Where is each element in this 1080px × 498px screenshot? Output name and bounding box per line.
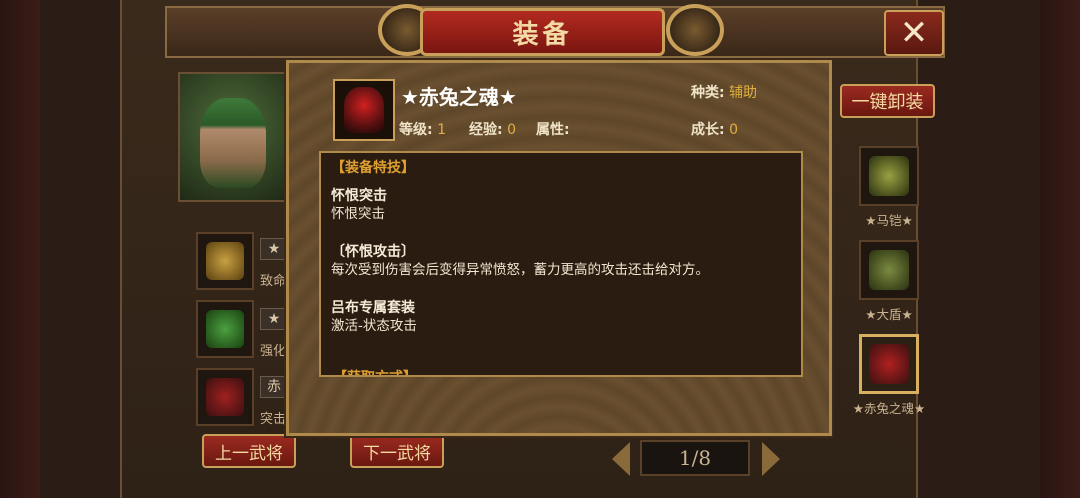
attr-label: 属性: <box>536 122 570 138</box>
next-general-button[interactable]: 下一武将 <box>350 434 444 468</box>
exp-value: 0 <box>507 122 516 138</box>
equip-slot-frame <box>859 146 919 206</box>
skill-title: 吕布专属套装 <box>331 300 415 316</box>
red-hare-soul-icon <box>344 87 384 133</box>
skill-text: 激活-状态攻击 <box>331 318 417 334</box>
cloud-ornament-right-icon <box>666 4 724 56</box>
item-attribute: 属性: <box>536 119 570 139</box>
hero-equip-slot-2[interactable] <box>196 300 254 358</box>
item-exp: 经验: 0 <box>469 119 516 139</box>
title-plaque: 装备 <box>420 8 665 56</box>
equip-item-label: ★赤兔之魂★ <box>852 401 926 416</box>
equip-slot-frame <box>859 240 919 300</box>
equip-slot-frame-selected <box>859 334 919 394</box>
window-title: 装备 <box>512 19 573 50</box>
guan-yu-portrait-icon <box>200 98 266 188</box>
skill-description-box[interactable]: 【装备特技】 怀恨突击 怀恨突击 〔怀恨攻击〕 每次受到伤害会后变得异常愤怒，蓄… <box>319 151 803 377</box>
growth-value: 0 <box>729 122 738 138</box>
left-edge-decor <box>0 0 40 498</box>
prev-general-button[interactable]: 上一武将 <box>202 434 296 468</box>
hero-portrait <box>178 72 286 202</box>
shield-icon <box>869 250 909 290</box>
item-kind-label: 种类: <box>691 85 725 101</box>
skill-text: 每次受到伤害会后变得异常愤怒，蓄力更高的攻击还击给对方。 <box>331 262 709 278</box>
hero-equip-slot-1[interactable] <box>196 232 254 290</box>
item-kind-value: 辅助 <box>729 85 757 101</box>
item-name: ★赤兔之魂★ <box>401 85 517 109</box>
red-hare-soul-icon <box>869 344 909 384</box>
equip-item-shield[interactable]: ★大盾★ <box>846 240 932 323</box>
horse-armor-icon <box>869 156 909 196</box>
item-detail-popup[interactable]: ★赤兔之魂★ 种类: 辅助 等级: 1 经验: 0 属性: 成长: 0 【装备特… <box>286 60 832 436</box>
skill-title: 〔怀恨攻击〕 <box>331 244 415 260</box>
level-value: 1 <box>437 122 446 138</box>
item-growth: 成长: 0 <box>691 119 738 139</box>
slot-3-badge: 赤 <box>260 376 288 398</box>
item-level: 等级: 1 <box>399 119 446 139</box>
dragon-item-icon <box>206 310 244 348</box>
skill-section-header: 【装备特技】 <box>331 160 415 176</box>
item-portrait <box>333 79 395 141</box>
slot-1-badge: ★ <box>260 238 288 260</box>
exp-label: 经验: <box>469 122 503 138</box>
equip-item-label: ★大盾★ <box>865 307 913 322</box>
close-icon: ✕ <box>899 13 929 53</box>
slot-2-text: 强化 <box>260 344 287 359</box>
skill-title: 怀恨突击 <box>331 188 387 204</box>
growth-label: 成长: <box>691 122 725 138</box>
hero-equip-slot-3[interactable] <box>196 368 254 426</box>
skill-text: 怀恨突击 <box>331 206 385 222</box>
right-edge-decor <box>1040 0 1080 498</box>
close-button[interactable]: ✕ <box>884 10 944 56</box>
acquire-section-header: 【获取方式】 <box>333 367 417 375</box>
equip-item-label: ★马铠★ <box>865 213 913 228</box>
page-prev-arrow-icon[interactable] <box>612 442 630 476</box>
slot-2-badge: ★ <box>260 308 288 330</box>
page-indicator: 1/8 <box>640 440 750 476</box>
equip-item-horse-armor[interactable]: ★马铠★ <box>846 146 932 229</box>
page-next-arrow-icon[interactable] <box>762 442 780 476</box>
slot-1-text: 致命 <box>260 274 287 289</box>
equip-item-red-hare-soul[interactable]: ★赤兔之魂★ <box>846 334 932 417</box>
unequip-all-button[interactable]: 一键卸装 <box>840 84 935 118</box>
weapon-item-icon <box>206 242 244 280</box>
slot-3-text: 突击 <box>260 412 287 427</box>
level-label: 等级: <box>399 122 433 138</box>
red-hare-item-icon <box>206 378 244 416</box>
